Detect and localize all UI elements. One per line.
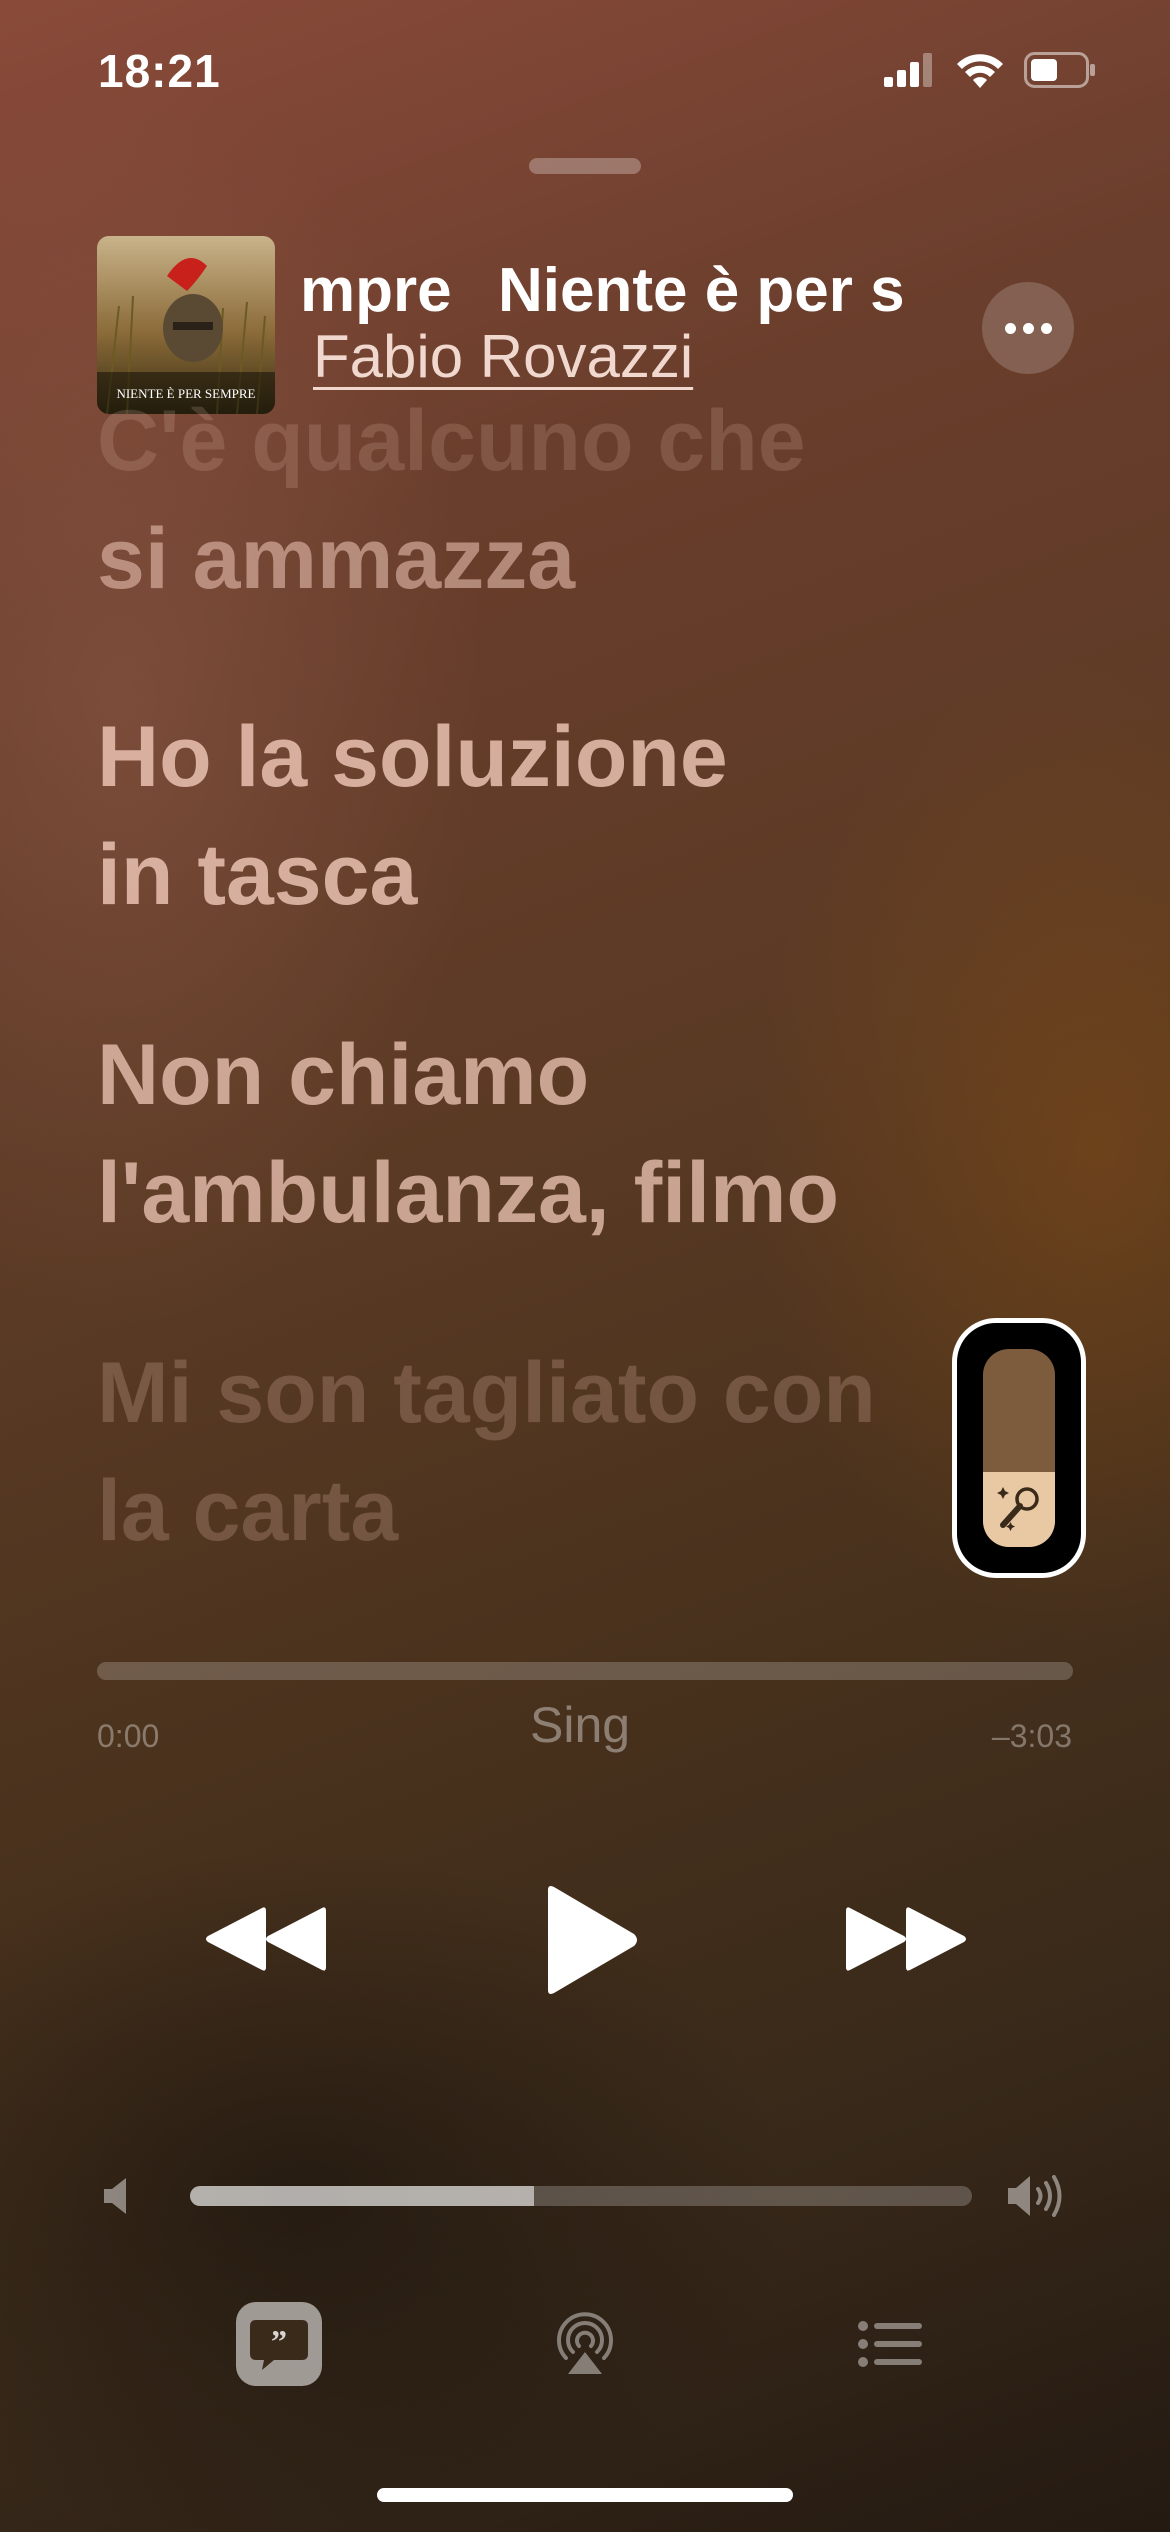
backward-icon <box>206 1907 326 1971</box>
lyric-line[interactable]: in tasca <box>97 816 417 934</box>
volume-slider[interactable] <box>190 2186 972 2206</box>
play-icon <box>548 1886 637 1994</box>
lyric-line[interactable]: l'ambulanza, filmo <box>97 1134 839 1252</box>
lyric-line[interactable]: Non chiamo <box>97 1016 589 1134</box>
sing-vocal-level <box>983 1471 1055 1547</box>
airplay-button[interactable] <box>552 2312 618 2378</box>
elapsed-time: 0:00 <box>97 1718 160 1754</box>
quote-bubble-icon: ” <box>250 2320 308 2370</box>
battery-icon <box>1024 52 1095 88</box>
more-button[interactable] <box>982 282 1074 374</box>
list-icon <box>858 2321 922 2367</box>
svg-text:”: ” <box>271 2323 287 2359</box>
volume-level <box>190 2186 535 2206</box>
lyric-line[interactable]: C'è qualcuno che <box>97 382 806 500</box>
status-time: 18:21 <box>98 45 221 97</box>
play-button[interactable] <box>540 1884 640 1996</box>
ellipsis-icon <box>1004 322 1016 334</box>
volume-min-icon <box>104 2178 126 2214</box>
ellipsis-dot <box>1040 322 1052 334</box>
sing-vocal-slider[interactable] <box>952 1318 1086 1578</box>
track-title: Niente è per s <box>498 256 905 325</box>
microphone-icon <box>997 1487 1039 1532</box>
rewind-button[interactable] <box>204 1904 326 1974</box>
lyric-line[interactable]: la carta <box>97 1452 398 1570</box>
status-icons <box>884 52 1096 88</box>
sing-label: Sing <box>530 1697 631 1753</box>
airplay-icon <box>557 2312 613 2360</box>
playback-scrubber[interactable] <box>97 1662 1073 1680</box>
lyric-line[interactable]: Ho la soluzione <box>97 698 728 816</box>
sheet-grabber[interactable] <box>529 158 641 174</box>
ellipsis-dot <box>1022 322 1034 334</box>
artist-link[interactable]: Fabio Rovazzi <box>313 322 693 391</box>
queue-button[interactable] <box>858 2320 924 2368</box>
cellular-signal-icon <box>884 53 932 87</box>
sing-vocal-track[interactable] <box>983 1349 1055 1547</box>
wifi-icon <box>957 54 1003 88</box>
forward-button[interactable] <box>846 1904 968 1974</box>
lyric-line[interactable]: Mi son tagliato con <box>97 1334 876 1452</box>
lyrics-button[interactable]: ” <box>236 2302 322 2386</box>
forward-icon <box>846 1907 966 1971</box>
track-title-fragment: mpre <box>300 256 452 325</box>
volume-max-icon <box>1008 2175 1062 2217</box>
home-indicator[interactable] <box>377 2488 793 2502</box>
remaining-time: –3:03 <box>991 1718 1072 1754</box>
lyric-line[interactable]: si ammazza <box>97 500 575 618</box>
